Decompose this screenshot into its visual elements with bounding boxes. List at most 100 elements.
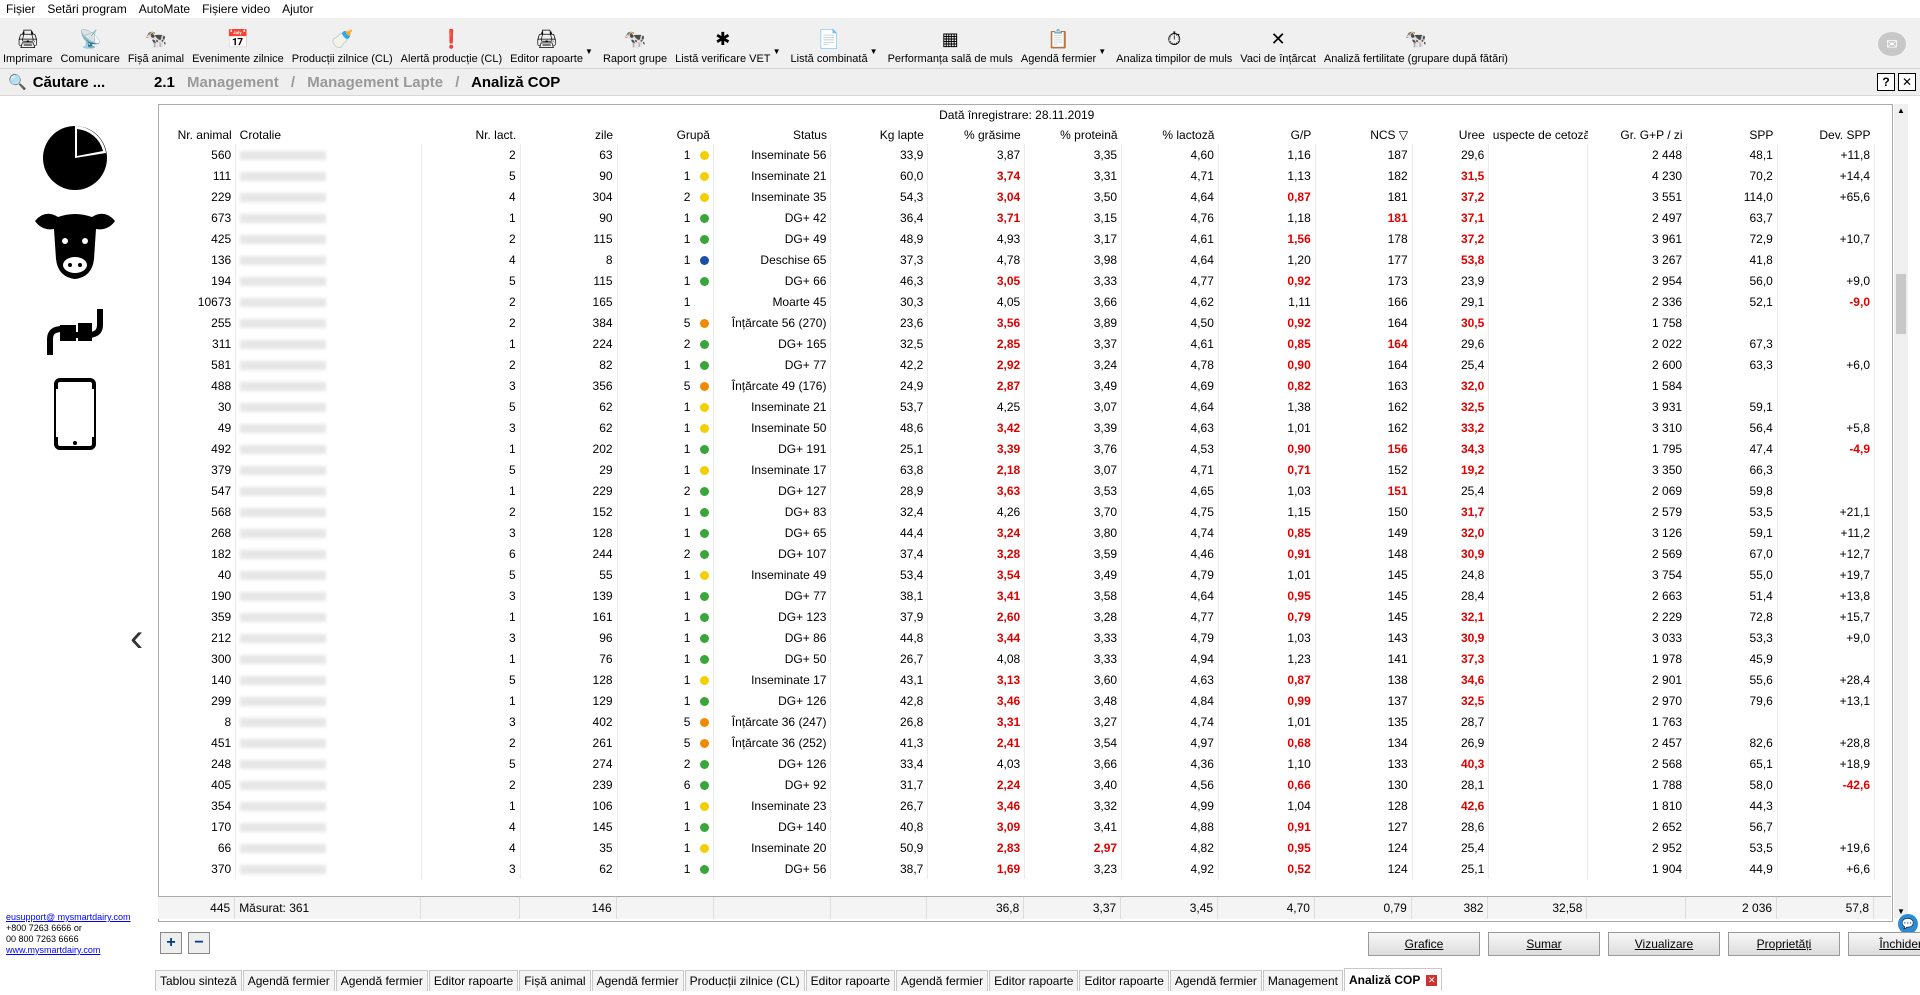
column-header[interactable]: Crotalie	[236, 125, 422, 144]
table-row[interactable]: 268 3 128 1 DG+ 65 44,4 3,24 3,80 4,74 0,85 149 32,…	[159, 522, 1876, 543]
table-row[interactable]: 255 2 384 5 Înțărcate 56 (270) 23,6 3,56 3,89 4,…	[159, 312, 1876, 333]
column-header[interactable]: NCS ▽	[1315, 125, 1412, 144]
toolbar-button[interactable]: ⏱ Analiza timpilor de muls	[1113, 17, 1235, 68]
toolbar-button[interactable]: 🐄 Fișă animal	[125, 17, 187, 68]
menu-item[interactable]: Fișier	[0, 2, 41, 16]
column-header[interactable]: SPP	[1687, 125, 1778, 144]
tab[interactable]: Fișă animal	[519, 970, 591, 991]
table-row[interactable]: 488 3 356 5 Înțărcate 49 (176) 24,9 2,87 3,49 4,…	[159, 375, 1876, 396]
toolbar-button[interactable]: 🖨 Imprimare	[0, 17, 56, 68]
close-tab-icon[interactable]: ✕	[1426, 974, 1438, 986]
inchidere-button[interactable]: Închidere	[1848, 932, 1920, 956]
toolbar-button[interactable]: 🖨 Editor rapoarte ▼	[507, 17, 593, 68]
table-row[interactable]: 379 5 29 1 Inseminate 17 63,8 2,18 3,07 4,71 0,71…	[159, 459, 1876, 480]
table-row[interactable]: 359 1 161 1 DG+ 123 37,9 2,60 3,28 4,77 0,79 145 32…	[159, 606, 1876, 627]
table-row[interactable]: 568 2 152 1 DG+ 83 32,4 4,26 3,70 4,75 1,15 150 31,…	[159, 501, 1876, 522]
toolbar-button[interactable]: 📄 Listă combinată ▼	[788, 17, 878, 68]
table-row[interactable]: 66 4 35 1 Inseminate 20 50,9 2,83 2,97 4,82 0,95 1…	[159, 837, 1876, 858]
column-header[interactable]: Dev. SPP	[1777, 125, 1874, 144]
column-header[interactable]: Uree	[1412, 125, 1489, 144]
vertical-scrollbar[interactable]: ▲ ▼	[1894, 104, 1908, 918]
tab[interactable]: Agendă fermier	[1169, 970, 1262, 991]
column-header[interactable]: Nr. lact.	[421, 125, 520, 144]
dropdown-arrow-icon[interactable]: ▼	[773, 47, 781, 56]
close-window-button[interactable]: ✕	[1898, 73, 1916, 91]
mobile-phone-icon[interactable]	[30, 374, 120, 454]
table-row[interactable]: 354 1 106 1 Inseminate 23 26,7 3,46 3,32 4,99 1,0…	[159, 795, 1876, 816]
support-email-link[interactable]: eusupport@ mysmartdairy.com	[6, 912, 131, 922]
tab[interactable]: Tablou sinteză	[155, 970, 242, 991]
collapse-sidebar-icon[interactable]: ‹	[130, 616, 143, 661]
toolbar-button[interactable]: ✕ Vaci de înțărcat	[1237, 17, 1319, 68]
cow-head-icon[interactable]	[30, 204, 120, 284]
table-row[interactable]: 30 5 62 1 Inseminate 21 53,7 4,25 3,07 4,64 1,38 1…	[159, 396, 1876, 417]
scroll-up-icon[interactable]: ▲	[1897, 106, 1905, 115]
toolbar-button[interactable]: ❗ Alertă producție (CL)	[398, 17, 506, 68]
toolbar-button[interactable]: 📅 Evenimente zilnice	[189, 17, 287, 68]
table-row[interactable]: 170 4 145 1 DG+ 140 40,8 3,09 3,41 4,88 0,91 127 28…	[159, 816, 1876, 837]
menu-item[interactable]: Fișiere video	[196, 2, 276, 16]
table-row[interactable]: 451 2 261 5 Înțărcate 36 (252) 41,3 2,41 3,54 4,…	[159, 732, 1876, 753]
tab[interactable]: Agendă fermier	[896, 970, 989, 991]
table-row[interactable]: 673 1 90 1 DG+ 42 36,4 3,71 3,15 4,76 1,18 181 37,1…	[159, 207, 1876, 228]
table-row[interactable]: 560 2 63 1 Inseminate 56 33,9 3,87 3,35 4,60 1,16…	[159, 144, 1876, 165]
column-header[interactable]: % proteină	[1025, 125, 1122, 144]
table-row[interactable]: 111 5 90 1 Inseminate 21 60,0 3,74 3,31 4,71 1,13…	[159, 165, 1876, 186]
remove-row-button[interactable]: −	[188, 932, 210, 954]
toolbar-button[interactable]: 📡 Comunicare	[58, 17, 123, 68]
toolbar-button[interactable]: 📋 Agendă fermier ▼	[1018, 17, 1106, 68]
dropdown-arrow-icon[interactable]: ▼	[585, 47, 593, 56]
column-header[interactable]: Grupă	[617, 125, 714, 144]
table-row[interactable]: 229 4 304 2 Inseminate 35 54,3 3,04 3,50 4,64 0,8…	[159, 186, 1876, 207]
table-row[interactable]: 40 5 55 1 Inseminate 49 53,4 3,54 3,49 4,79 1,01 1…	[159, 564, 1876, 585]
plug-icon[interactable]	[30, 292, 120, 372]
table-row[interactable]: 194 5 115 1 DG+ 66 46,3 3,05 3,33 4,77 0,92 173 23,…	[159, 270, 1876, 291]
grafice-button[interactable]: Grafice	[1368, 932, 1480, 956]
table-row[interactable]: 248 5 274 2 DG+ 126 33,4 4,03 3,66 4,36 1,10 133 40…	[159, 753, 1876, 774]
table-row[interactable]: 311 1 224 2 DG+ 165 32,5 2,85 3,37 4,61 0,85 164 29…	[159, 333, 1876, 354]
tab[interactable]: Producții zilnice (CL)	[684, 970, 805, 991]
tab[interactable]: Agendă fermier	[591, 970, 684, 991]
scroll-thumb[interactable]	[1896, 274, 1906, 334]
vizualizare-button[interactable]: Vizualizare	[1608, 932, 1720, 956]
tab[interactable]: Editor rapoarte	[1079, 970, 1169, 991]
menu-item[interactable]: Setări program	[41, 2, 132, 16]
toolbar-button[interactable]: ✱ Listă verificare VET ▼	[672, 17, 780, 68]
column-header[interactable]: Nr. animal	[159, 125, 236, 144]
table-row[interactable]: 300 1 76 1 DG+ 50 26,7 4,08 3,33 4,94 1,23 141 37,3…	[159, 648, 1876, 669]
add-row-button[interactable]: +	[160, 932, 182, 954]
table-row[interactable]: 212 3 96 1 DG+ 86 44,8 3,44 3,33 4,79 1,03 143 30,9…	[159, 627, 1876, 648]
column-header[interactable]: Gr. G+P / zi	[1588, 125, 1687, 144]
tab[interactable]: Agendă fermier	[335, 970, 428, 991]
table-row[interactable]: 370 3 62 1 DG+ 56 38,7 1,69 3,23 4,92 0,52 124 25,1…	[159, 858, 1876, 879]
toolbar-button[interactable]: 🍼 Producții zilnice (CL)	[289, 17, 396, 68]
tab[interactable]: Agendă fermier	[242, 970, 335, 991]
column-header[interactable]: % lactoză	[1122, 125, 1219, 144]
tab[interactable]: Editor rapoarte	[428, 970, 519, 991]
toolbar-button[interactable]: 🐄 Analiză fertilitate (grupare după fătăr…	[1321, 17, 1511, 68]
table-row[interactable]: 190 3 139 1 DG+ 77 38,1 3,41 3,58 4,64 0,95 145 28,…	[159, 585, 1876, 606]
help-button[interactable]: ?	[1877, 73, 1895, 91]
table-row[interactable]: 299 1 129 1 DG+ 126 42,8 3,46 3,48 4,84 0,99 137 32…	[159, 690, 1876, 711]
search-box[interactable]: 🔍 Căutare ...	[0, 69, 140, 95]
tab[interactable]: Management	[1262, 970, 1343, 991]
tab[interactable]: Editor rapoarte	[805, 970, 896, 991]
dropdown-arrow-icon[interactable]: ▼	[870, 47, 878, 56]
column-header[interactable]: Kg lapte	[831, 125, 928, 144]
table-row[interactable]: 581 2 82 1 DG+ 77 42,2 2,92 3,24 4,78 0,90 164 25,4…	[159, 354, 1876, 375]
toolbar-button[interactable]: 🐄 Raport grupe	[600, 17, 670, 68]
sumar-button[interactable]: Sumar	[1488, 932, 1600, 956]
table-row[interactable]: 140 5 128 1 Inseminate 17 43,1 3,13 3,60 4,63 0,8…	[159, 669, 1876, 690]
column-header[interactable]: Status	[714, 125, 831, 144]
breadcrumb-item-management-lapte[interactable]: Management Lapte	[307, 74, 443, 91]
table-row[interactable]: 136 4 8 1 Deschise 65 37,3 4,78 3,98 4,64 1,20 177…	[159, 249, 1876, 270]
dropdown-arrow-icon[interactable]: ▼	[1098, 47, 1106, 56]
column-header[interactable]: G/P	[1218, 125, 1315, 144]
pie-chart-icon[interactable]	[30, 118, 120, 198]
breadcrumb-item-management[interactable]: Management	[187, 74, 279, 91]
table-row[interactable]: 182 6 244 2 DG+ 107 37,4 3,28 3,59 4,46 0,91 148 30…	[159, 543, 1876, 564]
table-row[interactable]: 547 1 229 2 DG+ 127 28,9 3,63 3,53 4,65 1,03 151 25…	[159, 480, 1876, 501]
table-row[interactable]: 10673 2 165 1 Moarte 45 30,3 4,05 3,66 4,62 1,11 1…	[159, 291, 1876, 312]
column-header[interactable]: zile	[520, 125, 617, 144]
menu-item[interactable]: AutoMate	[133, 2, 196, 16]
